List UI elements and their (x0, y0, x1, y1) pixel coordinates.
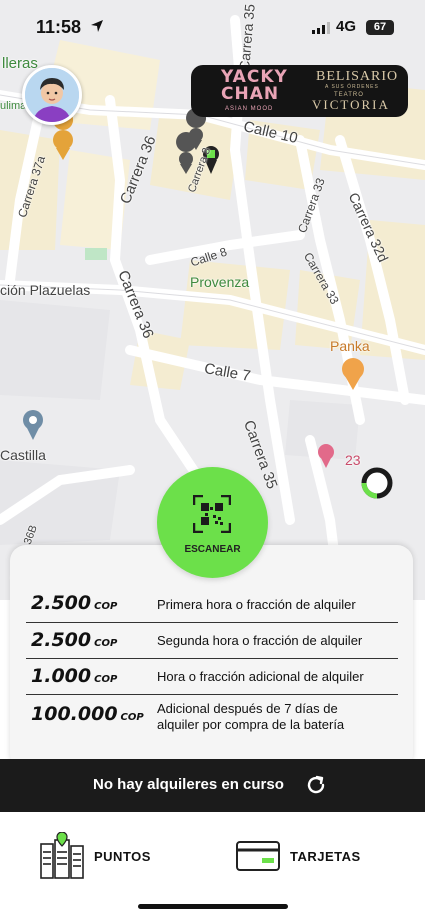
sponsor-belisario: BELISARIO (316, 69, 399, 84)
price-row: 1.000 COP Hora o fracción adicional de al… (26, 659, 398, 695)
qr-scan-icon (193, 495, 231, 533)
sponsor-belisario-sub: A SUS ÓRDENES (325, 84, 379, 90)
price-description: Hora o fracción adicional de alquiler (157, 669, 364, 684)
sponsor-yacky-line2: CHAN (221, 84, 280, 104)
battery-level: 67 (373, 21, 387, 33)
price-description: Adicional después de 7 días de alquiler … (157, 701, 345, 732)
sponsor-yacky-line1: YACKY (221, 67, 288, 87)
rental-status-bar: No hay alquileres en curso (0, 759, 425, 812)
nav-cards-label: TARJETAS (290, 849, 361, 864)
signal-icon (312, 22, 330, 34)
sponsor-victoria: VICTORIA (312, 97, 390, 112)
status-time: 11:58 (36, 17, 82, 37)
price-amount: 1.000 (31, 665, 92, 687)
network-type: 4G (336, 18, 357, 35)
place-label: ción Plazuelas (0, 282, 91, 298)
place-label: Panka (330, 338, 370, 354)
avatar[interactable] (22, 65, 82, 125)
place-label: Provenza (190, 274, 250, 290)
bottom-nav: PUNTOS TARJETAS (0, 812, 425, 919)
price-row: 2.500 COP Primera hora o fracción de alqu… (26, 585, 398, 623)
price-currency: COP (94, 601, 118, 612)
price-description: Primera hora o fracción de alquiler (157, 597, 356, 612)
sponsor-yacky-sub: ASIAN MOOD (225, 106, 274, 112)
place-label: Castilla (0, 447, 46, 463)
price-row: 2.500 COP Segunda hora o fracción de alqu… (26, 623, 398, 659)
price-currency: COP (120, 712, 144, 723)
scan-button-label: ESCANEAR (184, 544, 241, 555)
credit-card-icon (236, 841, 280, 871)
scan-button[interactable]: ESCANEAR (157, 467, 268, 578)
price-currency: COP (94, 674, 118, 685)
nav-points-label: PUNTOS (94, 849, 151, 864)
location-arrow-icon (91, 20, 103, 32)
price-amount: 2.500 (31, 629, 92, 651)
price-amount: 2.500 (31, 592, 92, 614)
nav-points[interactable]: PUNTOS (40, 832, 160, 882)
place-label: 23 (345, 452, 361, 468)
user-avatar-icon (25, 68, 79, 122)
rental-status-text: No hay alquileres en curso (93, 776, 284, 793)
refresh-icon[interactable] (305, 774, 327, 796)
charging-station-icon (40, 832, 84, 879)
pricing-panel: 2.500 COP Primera hora o fracción de alqu… (10, 545, 413, 770)
status-bar: 11:58 4G 67 (0, 0, 425, 50)
price-description: Segunda hora o fracción de alquiler (157, 633, 363, 648)
place-label: lleras (2, 55, 38, 72)
home-indicator (138, 904, 288, 909)
price-amount: 100.000 (31, 703, 118, 725)
battery-icon: 67 (366, 20, 394, 35)
price-currency: COP (94, 638, 118, 649)
sponsor-banner[interactable]: YACKY CHAN ASIAN MOOD BELISARIO A SUS ÓR… (191, 65, 408, 117)
price-row: 100.000 COP Adicional después de 7 días d… (26, 695, 398, 743)
nav-cards[interactable]: TARJETAS (236, 832, 376, 882)
